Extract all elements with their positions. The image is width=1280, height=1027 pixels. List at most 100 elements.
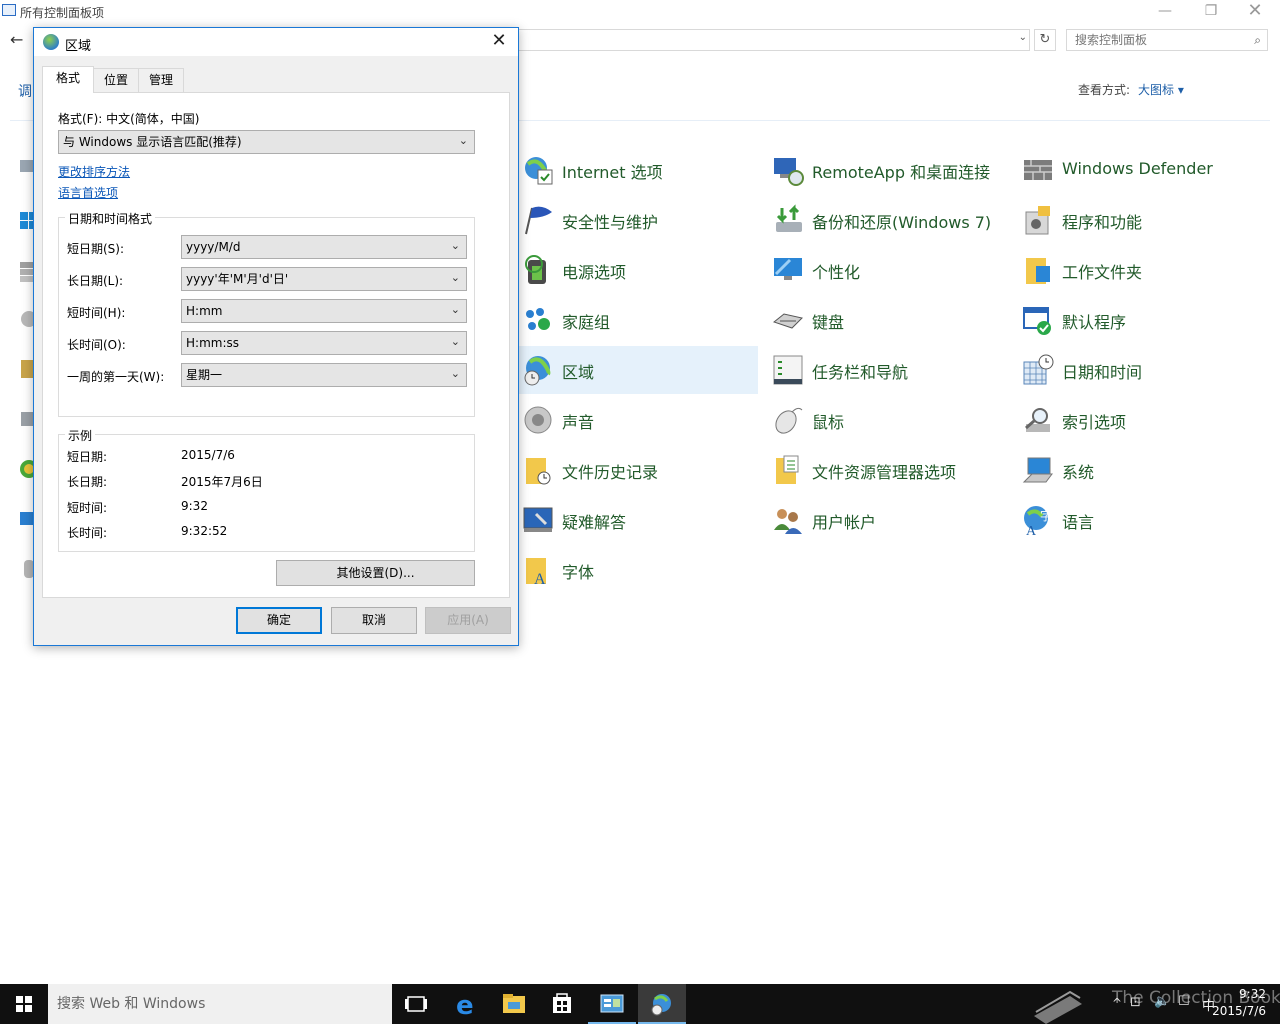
cp-item-default-programs[interactable]: 默认程序 xyxy=(1018,296,1258,344)
close-icon[interactable]: ✕ xyxy=(486,30,512,54)
clock-time[interactable]: 9:32 xyxy=(1239,987,1266,1001)
edge-icon[interactable]: e xyxy=(442,984,490,1024)
long-date-select[interactable]: yyyy'年'M'月'd'日' ⌄ xyxy=(181,267,467,291)
taskbar-search-box[interactable]: 搜索 Web 和 Windows xyxy=(48,984,392,1024)
svg-text:A: A xyxy=(1026,524,1037,536)
view-by-dropdown[interactable]: 大图标 ▾ xyxy=(1138,83,1184,97)
cancel-button[interactable]: 取消 xyxy=(331,607,417,634)
network-icon[interactable]: ⊡ xyxy=(1130,995,1141,1010)
format-select-value: 与 Windows 显示语言匹配(推荐) xyxy=(63,135,242,149)
cp-item-indexing[interactable]: 索引选项 xyxy=(1018,396,1258,444)
task-view-icon[interactable] xyxy=(392,984,440,1024)
cp-item-sound[interactable]: 声音 xyxy=(518,396,758,444)
ok-button[interactable]: 确定 xyxy=(236,607,322,634)
cp-item-troubleshooting[interactable]: 疑难解答 xyxy=(518,496,758,544)
example-group: 示例 短日期: 2015/7/6 长日期: 2015年7月6日 短时间: 9:3… xyxy=(58,427,475,552)
cp-item-remoteapp[interactable]: RemoteApp 和桌面连接 xyxy=(768,146,1008,194)
cp-item-file-history[interactable]: 文件历史记录 xyxy=(518,446,758,494)
control-panel-taskbar-icon[interactable] xyxy=(588,984,636,1024)
cp-item-system[interactable]: 系统 xyxy=(1018,446,1258,494)
start-button[interactable] xyxy=(0,984,48,1024)
fonts-icon: A xyxy=(526,558,546,586)
cp-item-backup-restore[interactable]: 备份和还原(Windows 7) xyxy=(768,196,1008,244)
format-select[interactable]: 与 Windows 显示语言匹配(推荐) ⌄ xyxy=(58,130,475,154)
store-icon[interactable] xyxy=(538,984,586,1024)
first-day-select[interactable]: 星期一 ⌄ xyxy=(181,363,467,387)
date-time-icon xyxy=(1023,354,1054,385)
short-date-label: 短日期(S): xyxy=(67,242,125,256)
cp-item-region[interactable]: 区域 xyxy=(518,346,758,394)
minimize-button[interactable]: — xyxy=(1142,0,1188,24)
cp-item-mouse[interactable]: 鼠标 xyxy=(768,396,1008,444)
user-accounts-icon xyxy=(774,509,802,534)
cp-item-personalization[interactable]: 个性化 xyxy=(768,246,1008,294)
defender-icon xyxy=(1024,160,1052,180)
short-time-value: H:mm xyxy=(186,304,223,318)
dialog-title: 区域 xyxy=(65,39,92,54)
search-input[interactable]: 搜索控制面板 ⌕ xyxy=(1066,29,1268,51)
short-time-select[interactable]: H:mm ⌄ xyxy=(181,299,467,323)
tab-location[interactable]: 位置 xyxy=(93,68,139,92)
default-programs-icon xyxy=(1023,307,1051,335)
cp-item-date-time[interactable]: 日期和时间 xyxy=(1018,346,1258,394)
tab-administrative[interactable]: 管理 xyxy=(138,68,184,92)
short-date-select[interactable]: yyyy/M/d ⌄ xyxy=(181,235,467,259)
show-hidden-icons-icon[interactable]: ^ xyxy=(1112,996,1122,1010)
region-dialog: 区域 ✕ 格式 位置 管理 格式(F): 中文(简体，中国) 与 Windows… xyxy=(33,27,519,646)
region-taskbar-icon[interactable] xyxy=(638,984,686,1024)
cp-item-security-maintenance[interactable]: 安全性与维护 xyxy=(518,196,758,244)
keyboard-icon xyxy=(772,313,803,329)
change-sort-link[interactable]: 更改排序方法 xyxy=(58,163,130,180)
page-heading: 调 xyxy=(18,84,32,100)
cp-item-taskbar-navigation[interactable]: 任务栏和导航 xyxy=(768,346,1008,394)
system-icon xyxy=(1022,457,1053,483)
example-value: 9:32:52 xyxy=(181,524,228,538)
address-bar[interactable]: ⌄ xyxy=(510,29,1030,51)
group-title: 示例 xyxy=(65,427,96,444)
taskbar: 搜索 Web 和 Windows e The Collection Book ^… xyxy=(0,984,1280,1024)
back-arrow-icon[interactable]: ← xyxy=(10,30,23,49)
region-icon xyxy=(524,356,551,386)
internet-options-icon xyxy=(525,157,553,185)
notification-icon[interactable]: ☐ xyxy=(1178,994,1190,1009)
cp-item-fonts[interactable]: A 字体 xyxy=(518,546,758,594)
cp-item-user-accounts[interactable]: 用户帐户 xyxy=(768,496,1008,544)
cp-item-power[interactable]: 电源选项 xyxy=(518,246,758,294)
windows-logo-icon xyxy=(16,996,32,1012)
cp-item-work-folders[interactable]: 工作文件夹 xyxy=(1018,246,1258,294)
cp-item-language[interactable]: A字 语言 xyxy=(1018,496,1258,544)
long-time-value: H:mm:ss xyxy=(186,336,239,350)
file-history-icon xyxy=(526,458,551,485)
indexing-icon xyxy=(1025,408,1050,432)
file-explorer-icon[interactable] xyxy=(490,984,538,1024)
restore-button[interactable]: ❐ xyxy=(1188,0,1234,24)
other-settings-button[interactable]: 其他设置(D)... xyxy=(276,560,475,586)
example-label: 短时间: xyxy=(67,501,108,515)
globe-icon xyxy=(43,34,59,50)
example-label: 长日期: xyxy=(67,475,108,489)
language-preferences-link[interactable]: 语言首选项 xyxy=(58,184,118,201)
clock-date[interactable]: 2015/7/6 xyxy=(1212,1004,1266,1018)
refresh-icon[interactable]: ↻ xyxy=(1034,29,1056,51)
cp-item-homegroup[interactable]: 家庭组 xyxy=(518,296,758,344)
tab-format[interactable]: 格式 xyxy=(42,66,94,93)
long-date-value: yyyy'年'M'月'd'日' xyxy=(186,272,289,286)
chevron-down-icon: ⌄ xyxy=(450,271,460,284)
chevron-down-icon[interactable]: ⌄ xyxy=(1019,32,1027,43)
close-button[interactable]: ✕ xyxy=(1232,0,1278,24)
cp-item-internet-options[interactable]: Internet 选项 xyxy=(518,146,758,194)
tab-panel-format: 格式(F): 中文(简体，中国) 与 Windows 显示语言匹配(推荐) ⌄ … xyxy=(42,92,510,598)
volume-icon[interactable]: 🔈 xyxy=(1154,994,1170,1009)
search-placeholder: 搜索控制面板 xyxy=(1075,33,1148,47)
cp-item-explorer-options[interactable]: 文件资源管理器选项 xyxy=(768,446,1008,494)
cp-item-keyboard[interactable]: 键盘 xyxy=(768,296,1008,344)
explorer-options-icon xyxy=(776,455,799,484)
search-icon[interactable]: ⌕ xyxy=(1254,30,1261,50)
long-date-label: 长日期(L): xyxy=(67,274,124,288)
cp-item-programs[interactable]: 程序和功能 xyxy=(1018,196,1258,244)
remoteapp-icon xyxy=(774,158,804,186)
long-time-select[interactable]: H:mm:ss ⌄ xyxy=(181,331,467,355)
power-icon xyxy=(525,255,546,284)
apply-button[interactable]: 应用(A) xyxy=(425,607,511,634)
cp-item-windows-defender[interactable]: Windows Defender xyxy=(1018,146,1258,194)
